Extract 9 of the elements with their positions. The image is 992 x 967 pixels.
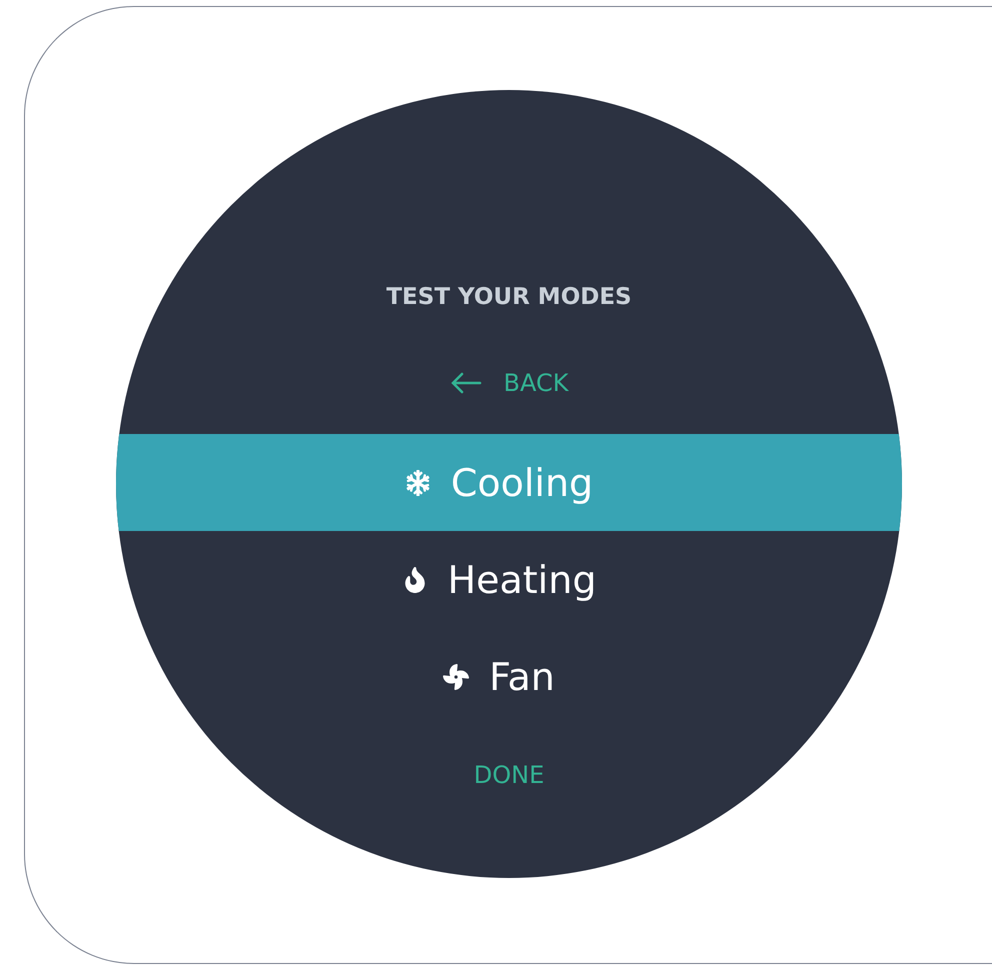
fan-icon bbox=[443, 664, 470, 690]
screen-title: TEST YOUR MODES bbox=[386, 283, 632, 311]
mode-option[interactable]: Fan bbox=[116, 628, 902, 725]
snowflake-icon bbox=[404, 470, 431, 496]
back-button[interactable]: BACK bbox=[450, 369, 568, 397]
mode-option[interactable]: Heating bbox=[116, 531, 902, 628]
mode-option[interactable]: Cooling bbox=[116, 434, 902, 531]
done-button[interactable]: DONE bbox=[474, 761, 544, 789]
arrow-left-icon bbox=[450, 371, 482, 395]
